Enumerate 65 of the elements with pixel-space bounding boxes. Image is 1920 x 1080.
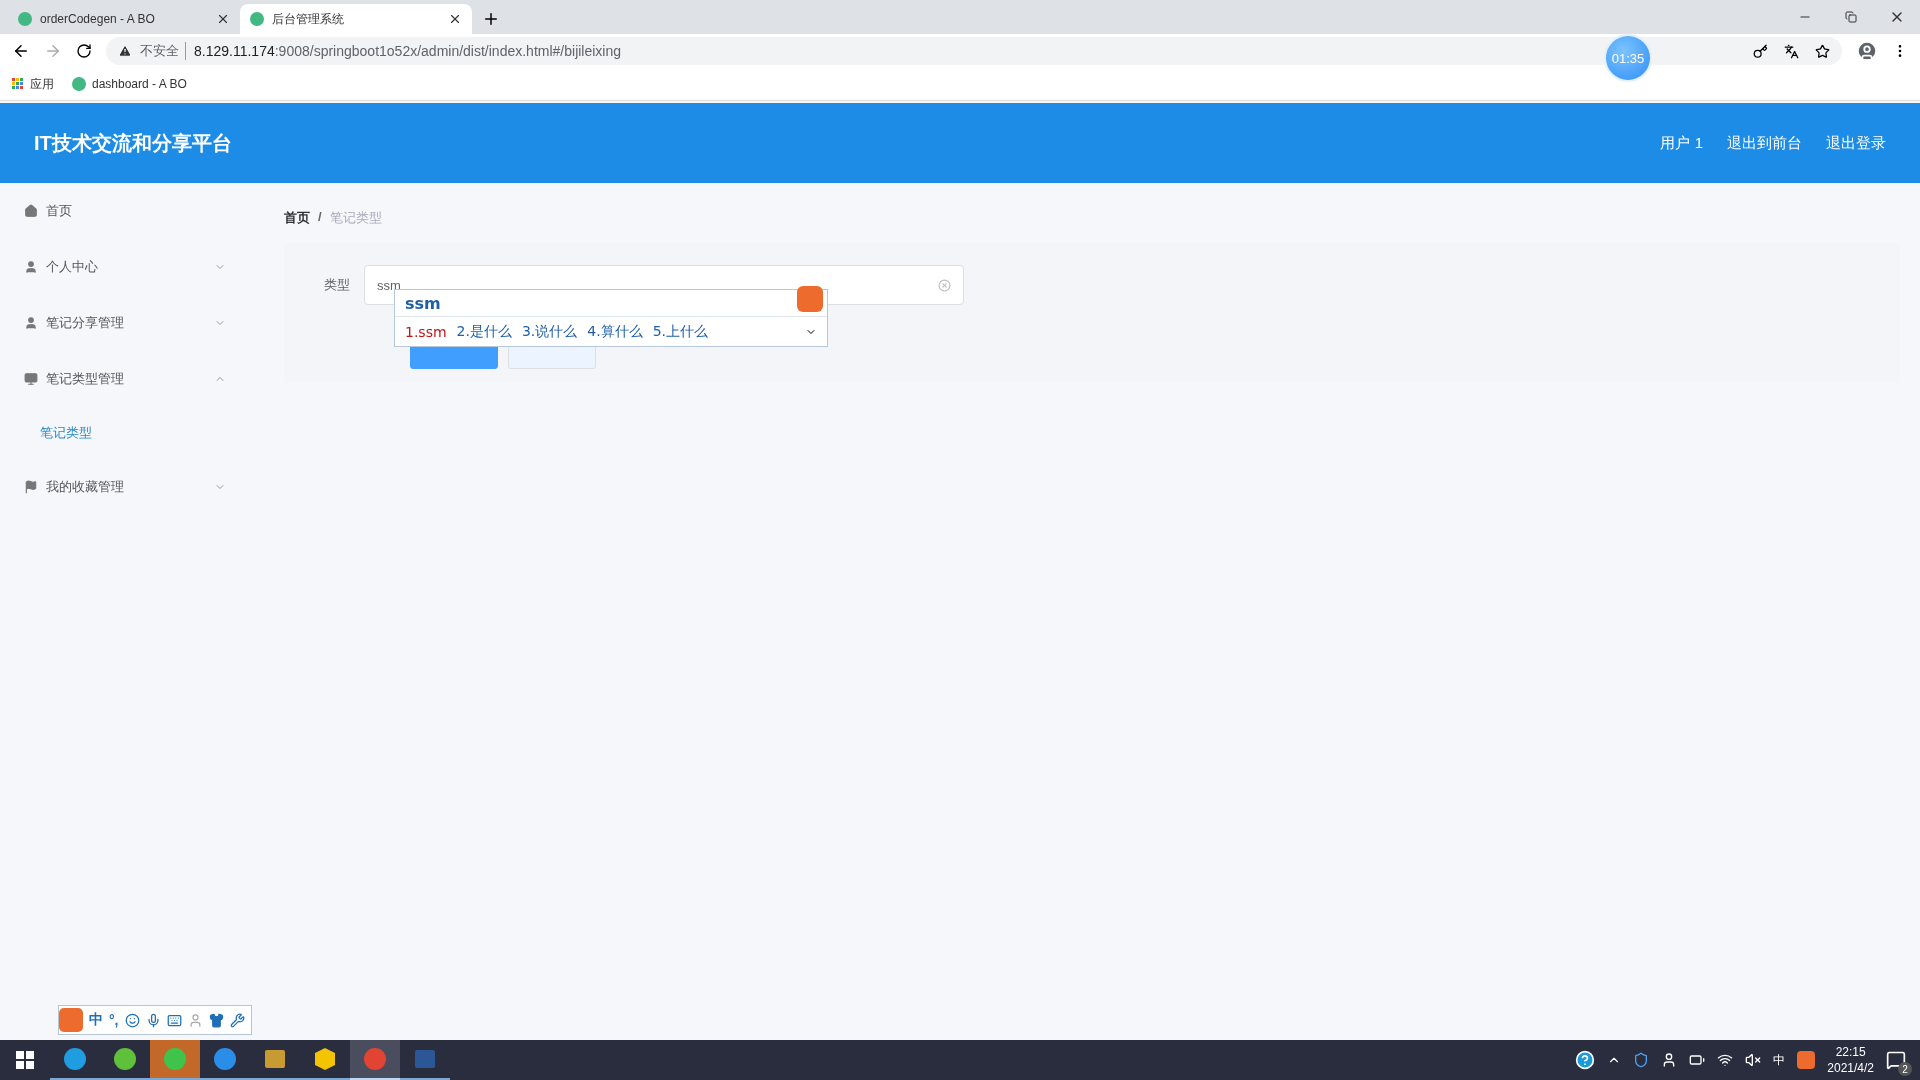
page-icon [72, 77, 86, 91]
header-link[interactable]: 退出到前台 [1727, 133, 1802, 153]
user-icon [24, 260, 38, 274]
flag-icon [24, 480, 38, 494]
input-mode-toggle[interactable]: 中 [89, 1011, 103, 1029]
ime-candidate[interactable]: 3.说什么 [521, 322, 578, 341]
key-icon[interactable] [1753, 43, 1768, 59]
translate-icon[interactable] [1784, 43, 1799, 59]
home-icon [24, 204, 38, 218]
warning-icon [118, 44, 132, 58]
microphone-icon[interactable] [145, 1012, 161, 1028]
shirt-icon[interactable] [208, 1012, 224, 1028]
ime-candidate[interactable]: 1.ssm [405, 323, 447, 340]
breadcrumb-item: 笔记类型 [329, 209, 382, 227]
emoji-icon[interactable] [124, 1012, 140, 1028]
mute-icon[interactable] [1745, 1052, 1762, 1068]
user-icon [24, 316, 38, 330]
header-link[interactable]: 用户 1 [1660, 133, 1703, 153]
close-icon[interactable] [448, 12, 462, 26]
battery-icon[interactable] [1689, 1052, 1706, 1068]
sidebar-item[interactable]: 个人中心 [0, 239, 250, 295]
new-tab-icon[interactable] [482, 10, 500, 28]
sidebar-subitem[interactable]: 笔记类型 [0, 407, 250, 459]
reload-icon[interactable] [76, 43, 92, 59]
clock-date: 2021/4/2 [1827, 1061, 1874, 1075]
header-link[interactable]: 退出登录 [1826, 133, 1886, 153]
taskbar-app[interactable] [350, 1040, 400, 1080]
monitor-icon [24, 372, 38, 386]
back-icon[interactable] [12, 42, 30, 60]
bookmark[interactable]: dashboard - A BO [72, 77, 187, 91]
shield-icon[interactable] [1633, 1052, 1650, 1068]
profile-icon[interactable] [1856, 40, 1878, 62]
settings-icon[interactable] [229, 1012, 245, 1028]
windows-logo-icon[interactable] [16, 1051, 34, 1069]
ime-candidate[interactable]: 2.是什么 [456, 322, 512, 341]
bookmark[interactable]: 应用 [12, 75, 54, 93]
apps-grid-icon [12, 78, 24, 90]
url-text: 8.129.11.174:9008/springboot1o52x/admin/dist/index.html#/bijileixing [194, 43, 622, 59]
help-icon[interactable] [1575, 1050, 1596, 1070]
page-icon [18, 12, 32, 26]
close-icon[interactable] [216, 12, 230, 26]
notification-count: 2 [1898, 1062, 1912, 1076]
restore-icon[interactable] [1845, 11, 1857, 23]
hexagon-icon [313, 1047, 337, 1071]
timer-badge: 01:35 [1606, 36, 1650, 80]
clock-time: 22:15 [1835, 1045, 1866, 1059]
keyboard-icon[interactable] [166, 1012, 182, 1028]
star-icon[interactable] [1815, 43, 1830, 59]
browser-tab[interactable]: orderCodegen - A BO [8, 4, 240, 34]
breadcrumb-separator: / [318, 209, 322, 226]
breadcrumb-item[interactable]: 首页 [284, 209, 310, 227]
punctuation-toggle[interactable]: °, [109, 1012, 119, 1028]
security-label: 不安全 [140, 42, 186, 60]
sidebar-item[interactable]: 我的收藏管理 [0, 459, 250, 515]
field-label: 类型 [324, 276, 350, 294]
ime-candidate[interactable]: 4.算什么 [587, 322, 643, 341]
app-title: IT技术交流和分享平台 [34, 130, 232, 156]
input-mode-indicator[interactable]: 中 [1773, 1051, 1786, 1069]
sidebar-item[interactable]: 首页 [0, 183, 250, 239]
page-icon [250, 12, 264, 26]
ime-candidate[interactable]: 5.上什么 [652, 322, 709, 341]
browser-tab[interactable]: 后台管理系统 [240, 4, 472, 34]
sidebar-item[interactable]: 笔记分享管理 [0, 295, 250, 351]
wifi-icon[interactable] [1717, 1052, 1734, 1068]
sidebar-item[interactable]: 笔记类型管理 [0, 351, 250, 407]
